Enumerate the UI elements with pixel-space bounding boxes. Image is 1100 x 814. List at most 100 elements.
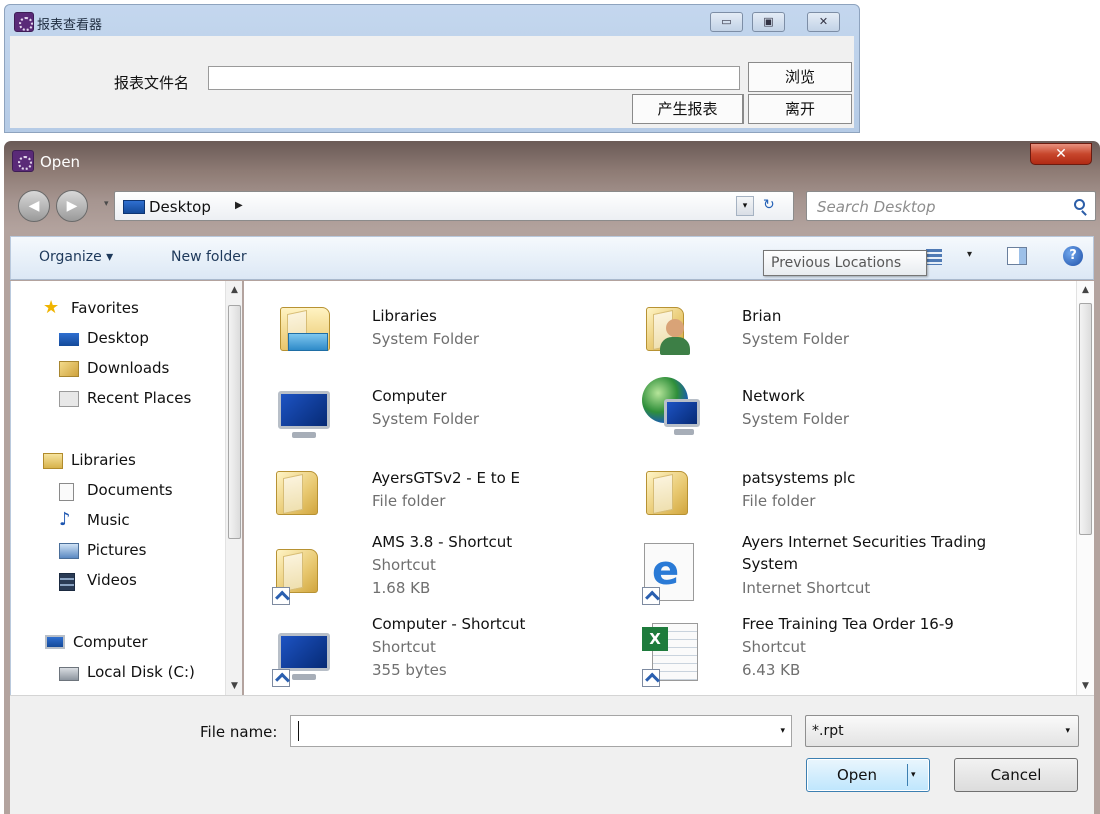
browse-button[interactable]: 浏览 — [748, 62, 852, 92]
nav-computer-header[interactable]: Computer — [45, 633, 148, 655]
documents-icon — [59, 483, 74, 501]
desktop-icon — [59, 333, 79, 346]
list-item[interactable]: e Ayers Internet Securities Trading Syst… — [638, 533, 1038, 617]
command-toolbar: Organize ▾ New folder Previous Locations… — [10, 236, 1094, 280]
breadcrumb-chevron-icon[interactable]: ▶ — [235, 200, 243, 211]
views-dropdown-button[interactable]: ▾ — [967, 249, 972, 260]
list-item[interactable]: Computer - Shortcut Shortcut 355 bytes — [268, 615, 668, 695]
recent-places-icon — [59, 391, 79, 407]
address-location[interactable]: Desktop — [149, 198, 211, 216]
shortcut-arrow-icon — [272, 587, 290, 605]
maximize-button[interactable]: ▣ — [752, 12, 785, 32]
item-type: System Folder — [742, 410, 850, 428]
nav-item-desktop[interactable]: Desktop — [59, 329, 149, 351]
file-name-label: File name: — [200, 723, 278, 741]
pictures-icon — [59, 543, 79, 559]
item-type: Shortcut — [372, 556, 436, 574]
chevron-down-icon[interactable]: ▾ — [1065, 726, 1070, 736]
scroll-down-icon[interactable]: ▼ — [226, 681, 242, 691]
nav-item-label: Documents — [87, 481, 173, 499]
nav-item-videos[interactable]: Videos — [59, 571, 137, 593]
list-item[interactable]: AMS 3.8 - Shortcut Shortcut 1.68 KB — [268, 533, 668, 617]
music-icon: ♪ — [59, 509, 71, 530]
list-item[interactable]: Libraries System Folder — [268, 295, 668, 375]
scroll-up-icon[interactable]: ▲ — [226, 285, 242, 295]
list-item[interactable]: Brian System Folder — [638, 295, 1038, 375]
file-list-scrollbar[interactable]: ▲ ▼ — [1076, 281, 1094, 695]
item-name: AyersGTSv2 - E to E — [372, 469, 521, 487]
address-bar[interactable]: Desktop ▶ ▾ ↻ — [114, 191, 794, 221]
minimize-button[interactable]: ▭ — [710, 12, 743, 32]
scroll-up-icon[interactable]: ▲ — [1077, 285, 1094, 295]
nav-item-label: Desktop — [87, 329, 149, 347]
file-list-scroll-thumb[interactable] — [1079, 303, 1092, 535]
file-name-input[interactable]: ▾ — [290, 715, 792, 747]
nav-item-recent-places[interactable]: Recent Places — [59, 389, 191, 411]
search-icon[interactable] — [1074, 199, 1085, 210]
dialog-footer: File name: ▾ *.rpt ▾ Open ▾ Cancel — [10, 695, 1094, 814]
report-viewer-title: 报表查看器 — [37, 18, 103, 33]
list-item[interactable]: patsystems plc File folder — [638, 459, 1038, 539]
open-options-dropdown[interactable]: ▾ — [911, 770, 916, 780]
address-dropdown-button[interactable]: ▾ — [736, 196, 754, 216]
refresh-icon[interactable]: ↻ — [763, 197, 775, 213]
open-dialog: Open ✕ ◀ ▶ ▾ Desktop ▶ ▾ ↻ Search Deskto… — [4, 141, 1100, 814]
open-button-label[interactable]: Open — [807, 759, 907, 791]
report-viewer-body: 报表文件名 浏览 产生报表 离开 — [10, 36, 854, 128]
item-size: 6.43 KB — [742, 661, 801, 679]
nav-pane-scrollbar[interactable]: ▲ ▼ — [225, 281, 242, 695]
internet-explorer-icon: e — [638, 537, 708, 607]
scroll-down-icon[interactable]: ▼ — [1077, 681, 1094, 691]
preview-pane-icon[interactable] — [1007, 247, 1027, 265]
network-icon — [638, 377, 708, 447]
folder-icon — [268, 459, 338, 529]
exit-button[interactable]: 离开 — [748, 94, 852, 124]
folder-icon — [638, 459, 708, 529]
item-type: Shortcut — [372, 638, 436, 656]
recent-pages-dropdown[interactable]: ▾ — [104, 199, 109, 209]
new-folder-button[interactable]: New folder — [171, 249, 247, 265]
item-name: Network — [742, 387, 805, 405]
nav-favorites-header[interactable]: ★ Favorites — [43, 299, 139, 321]
search-box[interactable]: Search Desktop — [806, 191, 1096, 221]
back-button[interactable]: ◀ — [18, 190, 50, 222]
report-file-input[interactable] — [208, 66, 740, 90]
nav-item-downloads[interactable]: Downloads — [59, 359, 169, 381]
list-item[interactable]: AyersGTSv2 - E to E File folder — [268, 459, 668, 539]
downloads-icon — [59, 361, 79, 377]
item-size: 355 bytes — [372, 661, 447, 679]
cancel-button[interactable]: Cancel — [954, 758, 1078, 792]
help-icon[interactable]: ? — [1063, 246, 1083, 266]
forward-button[interactable]: ▶ — [56, 190, 88, 222]
libraries-icon — [43, 453, 63, 469]
views-icon[interactable] — [926, 249, 942, 265]
nav-item-documents[interactable]: Documents — [59, 481, 173, 503]
list-item[interactable]: Computer System Folder — [268, 377, 668, 457]
list-item[interactable]: X Free Training Tea Order 16-9 Shortcut … — [638, 615, 1038, 695]
item-name: Computer — [372, 387, 447, 405]
generate-report-button[interactable]: 产生报表 — [632, 94, 744, 124]
close-button[interactable]: ✕ — [807, 12, 840, 32]
nav-computer-label: Computer — [73, 633, 148, 651]
file-type-select[interactable]: *.rpt ▾ — [805, 715, 1079, 747]
file-name-dropdown-button[interactable]: ▾ — [780, 726, 785, 736]
item-type: File folder — [372, 492, 446, 510]
item-type: System Folder — [742, 330, 850, 348]
search-input[interactable]: Search Desktop — [817, 198, 936, 216]
item-name: Brian — [742, 307, 782, 325]
item-size: 1.68 KB — [372, 579, 431, 597]
open-button[interactable]: Open ▾ — [806, 758, 930, 792]
dialog-close-button[interactable]: ✕ — [1030, 143, 1092, 165]
list-item[interactable]: Network System Folder — [638, 377, 1038, 457]
nav-item-pictures[interactable]: Pictures — [59, 541, 146, 563]
nav-pane-scroll-thumb[interactable] — [228, 305, 241, 539]
nav-libraries-header[interactable]: Libraries — [43, 451, 136, 473]
item-name: Free Training Tea Order 16-9 — [742, 615, 954, 633]
organize-button[interactable]: Organize ▾ — [39, 249, 113, 265]
report-viewer-title-bar[interactable]: 报表查看器 ▭ ▣ ✕ — [5, 5, 859, 35]
libraries-icon — [268, 295, 338, 365]
nav-item-local-disk-c[interactable]: Local Disk (C:) — [59, 663, 195, 685]
previous-locations-tooltip: Previous Locations — [763, 250, 927, 276]
dialog-title: Open — [40, 153, 81, 171]
nav-item-music[interactable]: ♪ Music — [59, 511, 130, 533]
